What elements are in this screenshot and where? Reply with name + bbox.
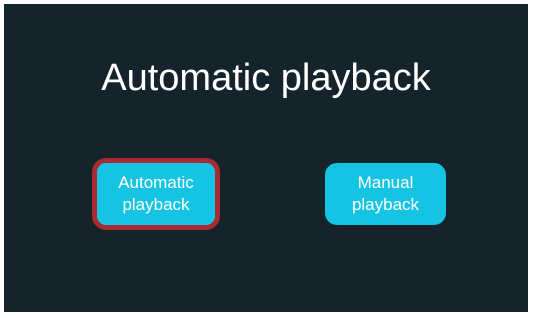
automatic-playback-label: Automatic playback [118,173,194,214]
automatic-playback-button[interactable]: Automatic playback [92,158,220,230]
screen-title: Automatic playback [101,57,431,99]
playback-mode-screen: Automatic playback Automatic playback Ma… [4,4,528,312]
manual-playback-button[interactable]: Manual playback [325,163,446,225]
manual-playback-label: Manual playback [351,173,420,214]
